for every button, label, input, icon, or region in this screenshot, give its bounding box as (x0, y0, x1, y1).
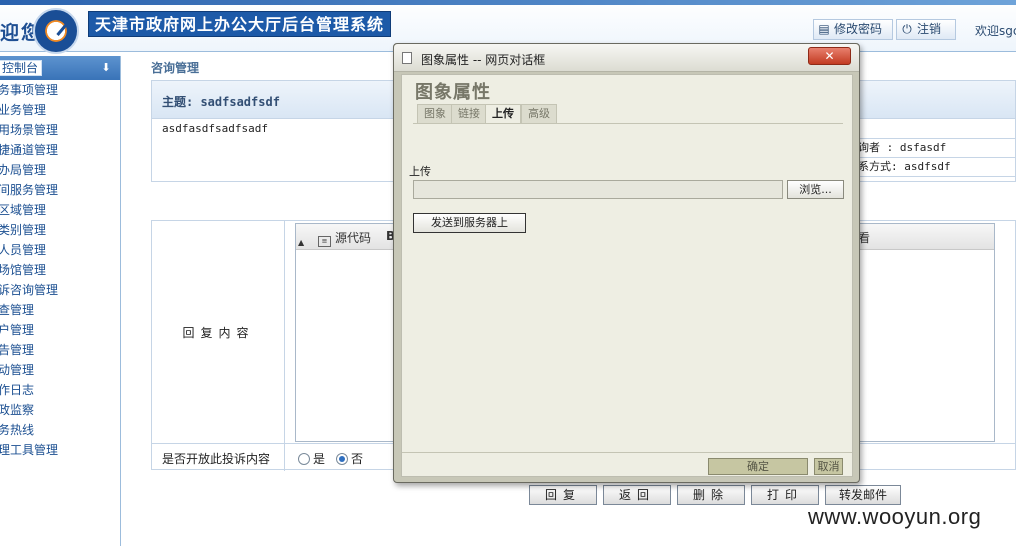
asker-field: 询者 : dsfasdf (851, 138, 1016, 158)
cancel-button[interactable]: 取消 (814, 458, 843, 475)
sidebar-item[interactable]: 办局管理 (0, 160, 120, 180)
logout-button[interactable]: ⏻ 注销 (896, 19, 956, 40)
sidebar-item[interactable]: 务事项管理 (0, 80, 120, 100)
reply-button[interactable]: 回复 (529, 485, 597, 505)
change-password-label: 修改密码 (834, 22, 883, 36)
upload-field-label: 上传 (409, 165, 431, 178)
sidebar-item[interactable]: 用场景管理 (0, 120, 120, 140)
radio-yes-indicator (298, 453, 310, 465)
open-complaint-label: 是否开放此投诉内容 (162, 452, 271, 466)
reply-label-cell: 回复内容 (152, 221, 285, 443)
back-button[interactable]: 返回 (603, 485, 671, 505)
sidebar-item[interactable]: 务热线 (0, 420, 120, 440)
dialog-title: 图象属性 -- 网页对话框 (421, 53, 546, 67)
send-to-server-button[interactable]: 发送到服务器上 (413, 213, 526, 233)
sidebar: 控制台 ⬇ 务事项管理 业务管理 用场景管理 捷通道管理 办局管理 间服务管理 … (0, 56, 121, 546)
sidebar-item[interactable]: 作日志 (0, 380, 120, 400)
sidebar-item[interactable]: 捷通道管理 (0, 140, 120, 160)
list-icon: ▤ (818, 22, 830, 36)
change-password-button[interactable]: ▤ 修改密码 (813, 19, 893, 40)
sidebar-item[interactable]: 告管理 (0, 340, 120, 360)
document-icon (402, 52, 412, 64)
radio-no-indicator (336, 453, 348, 465)
file-path-input[interactable] (413, 180, 783, 199)
dialog-footer: 确定 取消 (402, 452, 852, 476)
welcome-user-text: 欢迎sgc (975, 24, 1016, 38)
print-button[interactable]: 打印 (751, 485, 819, 505)
sidebar-item[interactable]: 间服务管理 (0, 180, 120, 200)
sidebar-item[interactable]: 政监察 (0, 400, 120, 420)
sidebar-item[interactable]: 理工具管理 (0, 440, 120, 460)
tab-image[interactable]: 图象 (417, 104, 453, 124)
sidebar-item[interactable]: 户管理 (0, 320, 120, 340)
topic-content: asdfasdfsadfsadf (162, 122, 268, 135)
power-icon: ⏻ (902, 22, 912, 36)
watermark-text: www.wooyun.org (808, 504, 982, 529)
image-properties-dialog: 图象属性 -- 网页对话框 ✕ 图象属性 图象 链接 上传 高级 上传 浏览..… (393, 43, 860, 483)
tab-advanced[interactable]: 高级 (521, 104, 557, 124)
header-stripe (0, 0, 1016, 5)
dialog-body: 图象属性 图象 链接 上传 高级 上传 浏览... 发送到服务器上 确定 取消 (401, 74, 853, 477)
tab-upload[interactable]: 上传 (485, 104, 521, 124)
radio-no[interactable]: 否 (336, 450, 363, 467)
ok-button[interactable]: 确定 (708, 458, 808, 475)
sidebar-item[interactable]: 场馆管理 (0, 260, 120, 280)
forward-email-button[interactable]: 转发邮件 (825, 485, 901, 505)
radio-yes-label: 是 (313, 452, 326, 466)
source-code-button[interactable]: ≡ 源代码 (318, 229, 371, 247)
sidebar-header: 控制台 ⬇ (0, 56, 120, 80)
dialog-heading: 图象属性 (415, 82, 491, 103)
contact-field: 系方式: asdfsdf (851, 157, 1016, 177)
system-logo (33, 8, 79, 54)
upload-panel (413, 123, 843, 453)
sidebar-item[interactable]: 人员管理 (0, 240, 120, 260)
source-icon: ≡ (318, 236, 331, 247)
sidebar-item[interactable]: 业务管理 (0, 100, 120, 120)
logout-label: 注销 (917, 22, 942, 36)
radio-no-label: 否 (351, 452, 364, 466)
radio-yes[interactable]: 是 (298, 450, 325, 467)
close-button[interactable]: ✕ (808, 47, 851, 65)
toolbar-collapse-icon[interactable]: ▲ (298, 238, 304, 247)
delete-button[interactable]: 删除 (677, 485, 745, 505)
source-code-label: 源代码 (335, 231, 372, 245)
sidebar-menu: 务事项管理 业务管理 用场景管理 捷通道管理 办局管理 间服务管理 区域管理 类… (0, 80, 120, 460)
logo-needle (56, 21, 69, 36)
sidebar-item[interactable]: 区域管理 (0, 200, 120, 220)
dialog-titlebar[interactable]: 图象属性 -- 网页对话框 ✕ (394, 44, 859, 72)
sidebar-item[interactable]: 诉咨询管理 (0, 280, 120, 300)
collapse-arrow-icon[interactable]: ⬇ (100, 61, 112, 75)
reply-content-label: 回复内容 (182, 326, 255, 340)
sidebar-item[interactable]: 动管理 (0, 360, 120, 380)
tab-link[interactable]: 链接 (451, 104, 487, 124)
sidebar-item[interactable]: 查管理 (0, 300, 120, 320)
sidebar-title: 控制台 (0, 60, 43, 76)
page-title: 咨询管理 (151, 61, 200, 75)
system-title: 天津市政府网上办公大厅后台管理系统 (88, 11, 392, 37)
open-label-cell: 是否开放此投诉内容 (152, 444, 285, 471)
browse-button[interactable]: 浏览... (787, 180, 844, 199)
sidebar-item[interactable]: 类别管理 (0, 220, 120, 240)
